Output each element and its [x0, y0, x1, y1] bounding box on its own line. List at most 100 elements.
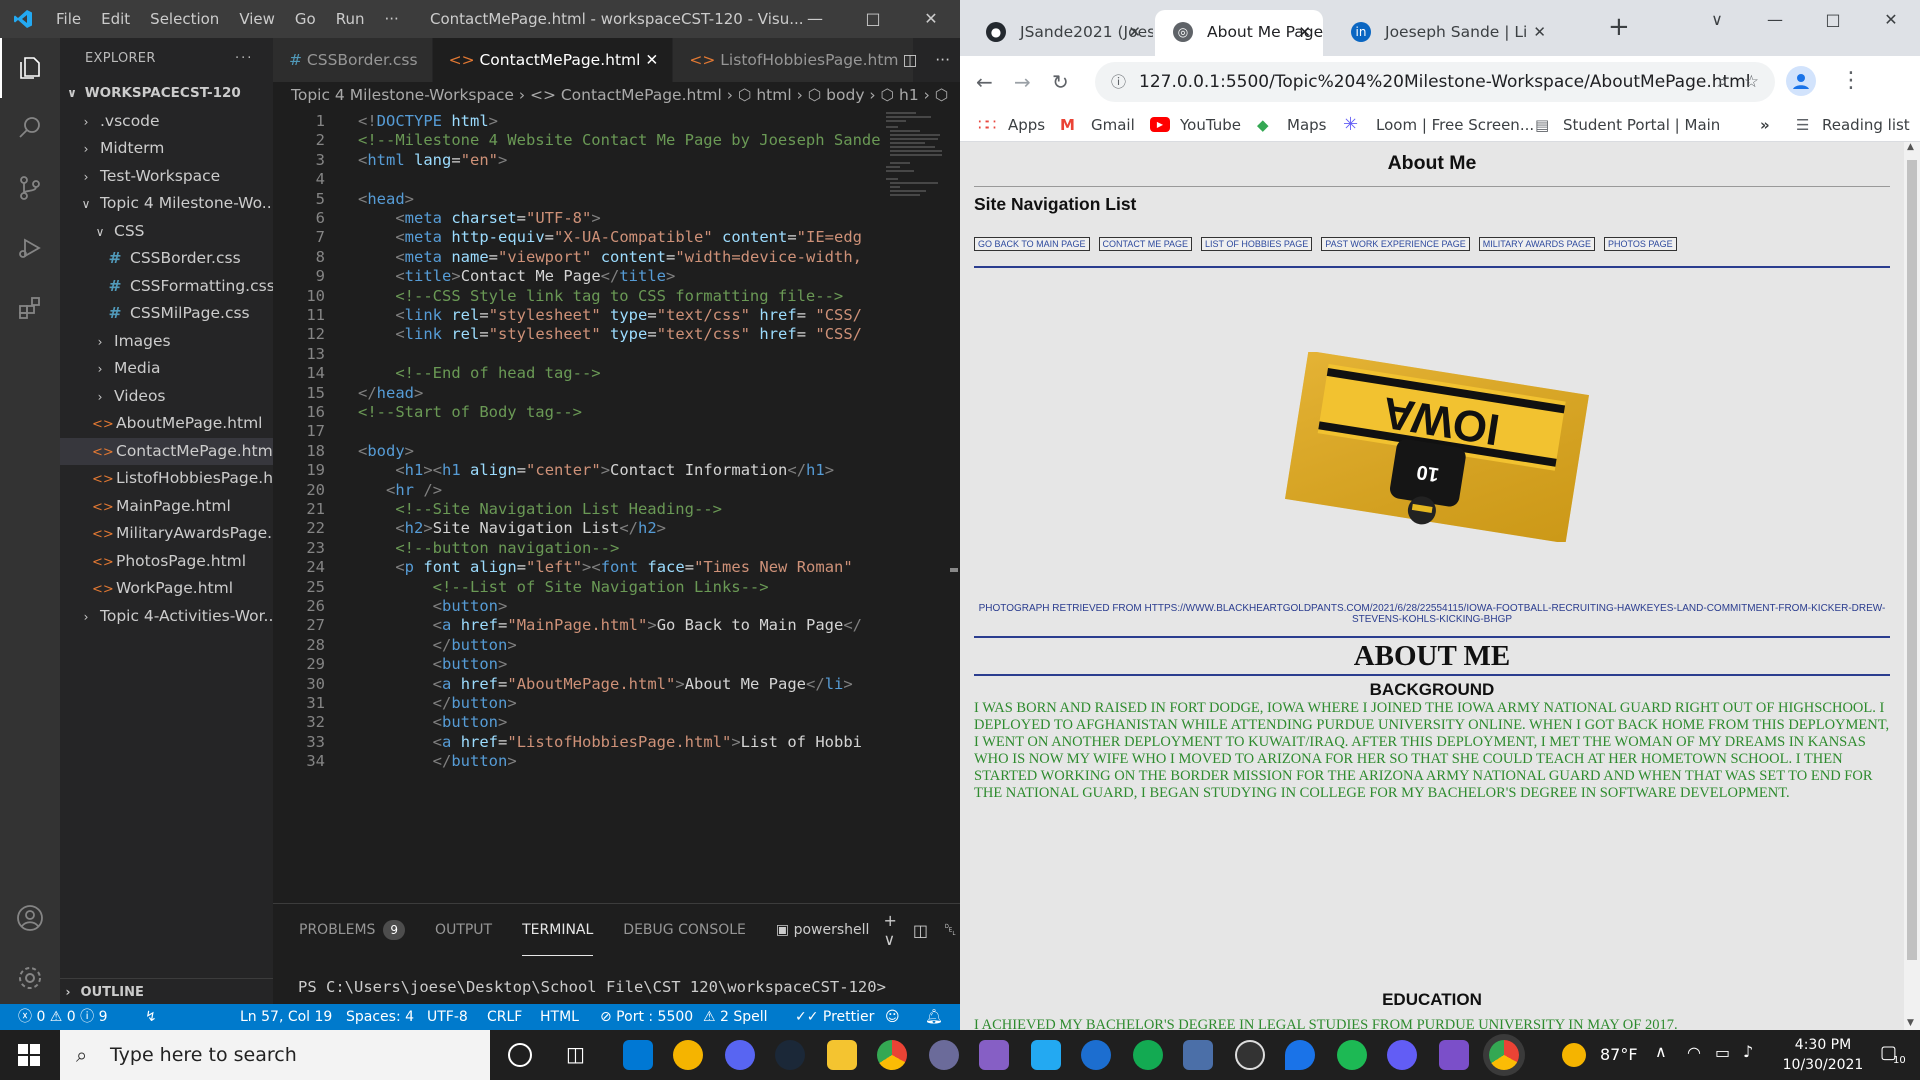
- explorer-folder[interactable]: › Test-Workspace: [60, 163, 273, 191]
- code-line[interactable]: </button>: [358, 636, 517, 654]
- volume-icon[interactable]: ♪: [1743, 1042, 1753, 1061]
- trash-icon[interactable]: ␡: [944, 920, 957, 940]
- temperature[interactable]: 87°F: [1600, 1045, 1638, 1064]
- code-line[interactable]: <meta charset="UTF-8">: [358, 209, 600, 227]
- scroll-down-icon[interactable]: ▼: [1907, 1018, 1914, 1028]
- menu-item[interactable]: File: [46, 10, 91, 28]
- weather-sun-icon[interactable]: [1562, 1043, 1586, 1067]
- workspace-folder[interactable]: ∨ WORKSPACECST-120: [60, 80, 273, 108]
- tray-chevron-icon[interactable]: ∧: [1655, 1042, 1667, 1061]
- bookmark-student-portal[interactable]: Student Portal | Main: [1563, 108, 1720, 142]
- wifi-icon[interactable]: ◠: [1687, 1043, 1701, 1062]
- code-line[interactable]: </button>: [358, 694, 517, 712]
- code-line[interactable]: <a href="AboutMePage.html">About Me Page…: [358, 675, 853, 693]
- split-terminal-icon[interactable]: ◫: [913, 921, 928, 940]
- forward-arrow-icon[interactable]: →: [1014, 70, 1031, 94]
- terminal-shell-selector[interactable]: ▣ powershell: [776, 922, 870, 938]
- menu-item[interactable]: Selection: [140, 10, 229, 28]
- explorer-file[interactable]: # CSSBorder.css: [60, 245, 273, 273]
- more-bookmarks-icon[interactable]: »: [1760, 108, 1770, 142]
- code-editor[interactable]: 1 <!DOCTYPE html> 2 <!--Milestone 4 Website…: [273, 108, 882, 903]
- explorer-folder[interactable]: › .vscode: [60, 108, 273, 136]
- problems-status[interactable]: ⓧ 0 ⚠ 0 ⓘ 9: [18, 1004, 108, 1030]
- prettier[interactable]: ✓✓ Prettier: [795, 1004, 874, 1030]
- back-arrow-icon[interactable]: ←: [976, 70, 993, 94]
- menu-item[interactable]: View: [229, 10, 285, 28]
- breadcrumb[interactable]: Topic 4 Milestone-Workspace › <> Contact…: [273, 82, 960, 108]
- app-icon-2[interactable]: [673, 1040, 703, 1070]
- explorer-file[interactable]: # CSSFormatting.css: [60, 273, 274, 301]
- settings-gear-icon[interactable]: [0, 948, 60, 1008]
- editor-scrollbar[interactable]: [947, 108, 960, 903]
- code-line[interactable]: <a href="ListofHobbiesPage.html">List of…: [358, 733, 862, 751]
- source-control-icon[interactable]: [0, 158, 60, 218]
- code-line[interactable]: <!--Start of Body tag-->: [358, 403, 582, 421]
- code-line[interactable]: <button>: [358, 713, 508, 731]
- bookmark-star-icon[interactable]: ☆: [1744, 62, 1759, 102]
- code-line[interactable]: <meta http-equiv="X-UA-Compatible" conte…: [358, 228, 862, 246]
- explorer-file[interactable]: <> WorkPage.html: [60, 575, 273, 603]
- site-info-icon[interactable]: ⓘ: [1111, 62, 1126, 102]
- mongodb-icon[interactable]: [1133, 1040, 1163, 1070]
- editor-tab[interactable]: # CSSBorder.css: [273, 38, 433, 82]
- explorer-file[interactable]: <> AboutMePage.html: [60, 410, 273, 438]
- taskbar-search-input[interactable]: ⌕ Type here to search: [60, 1030, 490, 1080]
- code-line[interactable]: <!--CSS Style link tag to CSS formatting…: [358, 287, 843, 305]
- apps-grid-icon[interactable]: ∷∷: [978, 108, 996, 142]
- maximize-button[interactable]: □: [844, 0, 902, 38]
- close-button[interactable]: ✕: [1862, 0, 1920, 40]
- code-line[interactable]: <h1><h1 align="center">Contact Informati…: [358, 461, 834, 479]
- panel-tab[interactable]: TERMINAL: [522, 904, 594, 956]
- browser-tab[interactable]: ◎ About Me Page ✕: [1155, 10, 1323, 56]
- app-icon-5[interactable]: [1183, 1040, 1213, 1070]
- code-line[interactable]: <meta name="viewport" content="width=dev…: [358, 248, 862, 266]
- bookmark-gmail[interactable]: Gmail: [1091, 108, 1135, 142]
- panel-tab[interactable]: DEBUG CONSOLE: [623, 904, 746, 956]
- minimize-button[interactable]: —: [786, 0, 844, 38]
- github-desktop-icon[interactable]: [1235, 1040, 1265, 1070]
- code-line[interactable]: <a href="MainPage.html">Go Back to Main …: [358, 616, 862, 634]
- bookmark-apps[interactable]: Apps: [1008, 108, 1045, 142]
- scroll-up-icon[interactable]: ▲: [1907, 142, 1914, 152]
- minimize-button[interactable]: —: [1746, 0, 1804, 40]
- panel-tab[interactable]: PROBLEMS 9: [299, 904, 406, 956]
- close-tab-icon[interactable]: ✕: [640, 51, 658, 69]
- nav-button[interactable]: PHOTOS PAGE: [1604, 237, 1677, 251]
- extensions-icon[interactable]: [0, 278, 60, 338]
- code-line[interactable]: <h2>Site Navigation List</h2>: [358, 519, 666, 537]
- code-line[interactable]: <link rel="stylesheet" type="text/css" h…: [358, 325, 862, 343]
- app-icon-6[interactable]: [1439, 1040, 1469, 1070]
- code-line[interactable]: <html lang="en">: [358, 151, 507, 169]
- nav-button[interactable]: PAST WORK EXPERIENCE PAGE: [1321, 237, 1470, 251]
- profile-avatar[interactable]: [1786, 66, 1816, 96]
- app-icon-4[interactable]: [1081, 1040, 1111, 1070]
- indentation[interactable]: Spaces: 4: [346, 1004, 414, 1030]
- windows-start-icon[interactable]: [18, 1044, 40, 1070]
- feedback-icon[interactable]: ☺: [885, 1004, 900, 1030]
- line-endings[interactable]: CRLF: [487, 1004, 522, 1030]
- code-line[interactable]: <hr />: [358, 481, 442, 499]
- menu-item[interactable]: ···: [375, 10, 409, 28]
- run-debug-icon[interactable]: [0, 218, 60, 278]
- task-view-icon[interactable]: ◫: [566, 1042, 585, 1066]
- explorer-folder[interactable]: › Midterm: [60, 135, 273, 163]
- maps-icon[interactable]: [1285, 1040, 1315, 1070]
- tab-search-icon[interactable]: ∨: [1688, 0, 1746, 40]
- notifications-bell-icon[interactable]: 🔔︎: [925, 1004, 943, 1030]
- steam-icon[interactable]: [775, 1040, 805, 1070]
- page-scrollbar[interactable]: ▲ ▼: [1904, 142, 1920, 1030]
- code-line[interactable]: <!--End of head tag-->: [358, 364, 600, 382]
- maximize-button[interactable]: □: [1804, 0, 1862, 40]
- explorer-folder[interactable]: ∨ CSS: [60, 218, 273, 246]
- language-mode[interactable]: HTML: [540, 1004, 579, 1030]
- live-server-port[interactable]: ⊘ Port : 5500: [600, 1004, 693, 1030]
- menu-item[interactable]: Edit: [91, 10, 140, 28]
- split-editor-icon[interactable]: ◫: [903, 38, 918, 82]
- discord-icon[interactable]: [725, 1040, 755, 1070]
- explorer-file[interactable]: # CSSMilPage.css: [60, 300, 273, 328]
- explorer-file[interactable]: <> MilitaryAwardsPage....: [60, 520, 273, 548]
- account-icon[interactable]: [0, 888, 60, 948]
- explorer-folder[interactable]: › Topic 4-Activities-Wor...: [60, 603, 273, 631]
- battery-icon[interactable]: ▭: [1715, 1043, 1730, 1062]
- explorer-folder[interactable]: › Videos: [60, 383, 273, 411]
